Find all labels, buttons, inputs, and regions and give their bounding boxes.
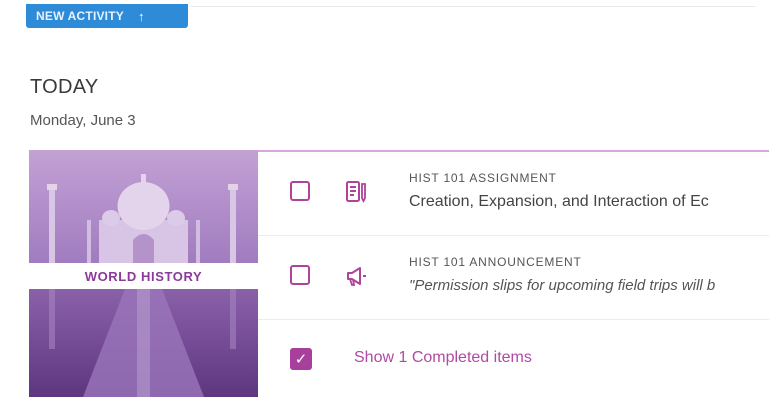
section-date: Monday, June 3 xyxy=(30,112,136,129)
announcement-icon xyxy=(347,267,366,286)
item-title-link[interactable]: "Permission slips for upcoming field tri… xyxy=(409,277,769,294)
course-label-band: WORLD HISTORY xyxy=(29,263,258,289)
new-activity-label: NEW ACTIVITY xyxy=(36,9,124,23)
checkmark-icon: ✓ xyxy=(294,351,308,368)
item-checkbox[interactable] xyxy=(290,265,310,285)
course-label: WORLD HISTORY xyxy=(84,268,203,284)
course-planner-card: WORLD HISTORY HIST 101 ASSIGNMENT Creati… xyxy=(29,150,769,397)
planner-item[interactable]: HIST 101 ASSIGNMENT Creation, Expansion,… xyxy=(258,152,769,236)
item-course-type: HIST 101 ANNOUNCEMENT xyxy=(409,255,582,269)
completed-items-row: ✓ Show 1 Completed items xyxy=(258,320,769,397)
show-completed-link[interactable]: Show 1 Completed items xyxy=(354,349,532,367)
assignment-icon xyxy=(346,181,366,204)
item-title-link[interactable]: Creation, Expansion, and Interaction of … xyxy=(409,193,769,211)
header-divider xyxy=(190,6,756,7)
plus-icon: ↑ xyxy=(137,8,145,24)
planner-item[interactable]: HIST 101 ANNOUNCEMENT "Permission slips … xyxy=(258,236,769,320)
item-course-type: HIST 101 ASSIGNMENT xyxy=(409,171,557,185)
completed-checkbox[interactable]: ✓ xyxy=(290,348,312,370)
planner-items-panel: HIST 101 ASSIGNMENT Creation, Expansion,… xyxy=(258,150,769,397)
section-heading: TODAY xyxy=(30,76,99,98)
course-image[interactable]: WORLD HISTORY xyxy=(29,150,258,397)
item-checkbox[interactable] xyxy=(290,181,310,201)
new-activity-button[interactable]: NEW ACTIVITY ↑ xyxy=(26,4,188,28)
